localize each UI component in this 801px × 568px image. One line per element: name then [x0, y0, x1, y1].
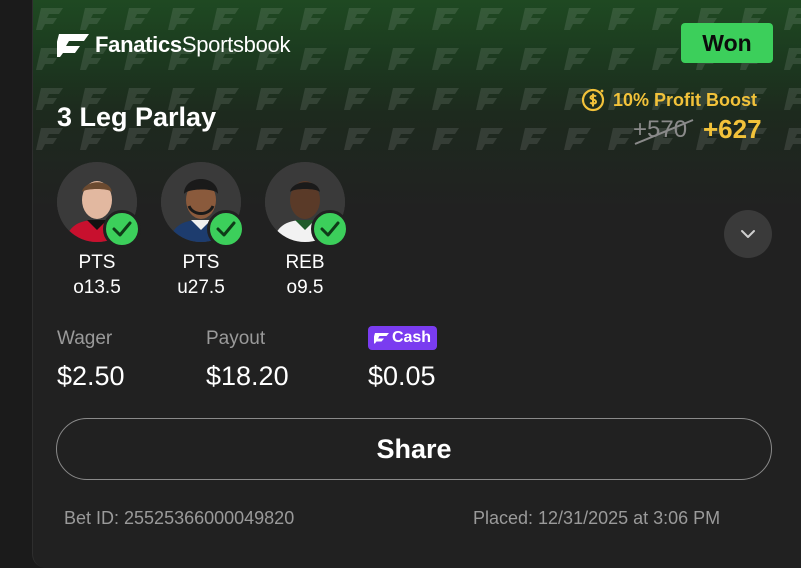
fancash-label: Cash: [391, 329, 432, 346]
wager-label: Wager: [57, 328, 113, 349]
expand-legs-button[interactable]: [724, 210, 772, 258]
payout-label: Payout: [206, 328, 266, 349]
leg-line: u27.5: [177, 277, 225, 298]
leg-1[interactable]: PTS o13.5: [55, 162, 141, 300]
fanatics-logo-icon: [373, 333, 389, 344]
check-icon: [207, 210, 245, 248]
wager-value: $2.50: [57, 361, 125, 391]
bet-id: Bet ID: 25525366000049820: [64, 508, 295, 528]
bet-title: 3 Leg Parlay: [57, 102, 217, 132]
fancash-badge: Cash: [368, 326, 437, 350]
player-avatar: [161, 162, 245, 248]
payout-value: $18.20: [206, 361, 289, 391]
fancash-value: $0.05: [368, 361, 436, 391]
leg-stat: REB: [285, 252, 325, 273]
player-avatar: [57, 162, 141, 248]
leg-stat: PTS: [182, 252, 220, 273]
leg-3[interactable]: REB o9.5: [263, 162, 349, 300]
brand-name-bold: Fanatics: [95, 32, 182, 57]
share-button[interactable]: Share: [56, 418, 772, 480]
fanatics-logo-icon: [57, 34, 89, 57]
dollar-coin-icon: [581, 88, 605, 112]
leg-line: o13.5: [73, 277, 121, 298]
leg-line: o9.5: [286, 277, 324, 298]
status-badge: Won: [681, 23, 773, 63]
placed-date: Placed: 12/31/2025 at 3:06 PM: [473, 508, 721, 528]
check-icon: [311, 210, 349, 248]
boosted-odds: +627: [703, 114, 762, 144]
strikethrough-line: [634, 119, 694, 145]
leg-2[interactable]: PTS u27.5: [159, 162, 245, 300]
player-avatar: [265, 162, 349, 248]
fanatics-sportsbook-logo: Fanatics Sportsbook: [57, 30, 290, 60]
profit-boost-label: 10% Profit Boost: [613, 89, 758, 110]
profit-boost: 10% Profit Boost: [581, 88, 757, 112]
chevron-down-icon: [741, 230, 755, 238]
bet-card: Fanatics Sportsbook Won 3 Leg Parlay 10%…: [32, 0, 801, 568]
original-odds: +570: [633, 116, 694, 145]
leg-stat: PTS: [78, 252, 116, 273]
brand-name-light: Sportsbook: [181, 32, 291, 57]
check-icon: [103, 210, 141, 248]
